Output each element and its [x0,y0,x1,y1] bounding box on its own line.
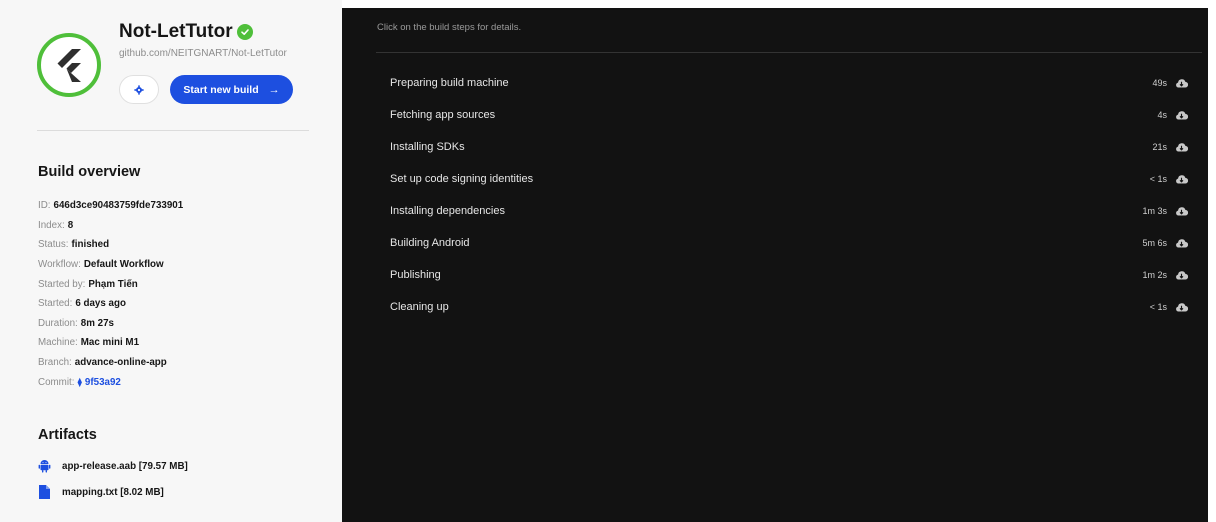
overview-row-commit: Commit: ⧫ 9f53a92 [38,372,328,392]
overview-value: 8 [67,219,74,231]
android-icon [38,459,51,473]
cloud-download-icon[interactable] [1175,142,1188,152]
divider [37,130,309,131]
panel-top-edge [342,0,1216,8]
build-step-name: Publishing [390,269,441,281]
cloud-download-icon[interactable] [1175,206,1188,216]
arrow-right-icon: → [268,83,280,96]
overview-value: advance-online-app [74,357,167,369]
flutter-logo-icon [57,49,81,82]
overview-row-duration: Duration: 8m 27s [38,314,328,334]
panel-right-edge [1208,0,1216,522]
build-step-duration: 4s [1157,110,1167,120]
build-step-duration: 5m 6s [1142,238,1167,248]
artifact-item[interactable]: app-release.aab [79.57 MB] [38,453,328,479]
overview-value: Default Workflow [83,259,164,271]
cloud-download-icon[interactable] [1175,174,1188,184]
overview-key: Commit: [38,376,75,388]
overview-key: Machine: [38,337,78,349]
artifact-label: app-release.aab [79.57 MB] [62,460,188,472]
build-step-name: Preparing build machine [390,77,509,89]
overview-row-machine: Machine: Mac mini M1 [38,333,328,353]
app-title: Not-LetTutor [119,21,253,43]
overview-key: Status: [38,239,69,251]
build-step[interactable]: Fetching app sources 4s [376,99,1202,131]
build-overview-title: Build overview [38,164,141,180]
build-step-name: Installing SDKs [390,141,465,153]
app-title-text: Not-LetTutor [119,21,233,42]
steps-hint: Click on the build steps for details. [377,22,522,33]
cloud-download-icon[interactable] [1175,78,1188,88]
overview-row-workflow: Workflow: Default Workflow [38,255,328,275]
overview-key: Branch: [38,357,72,369]
build-step-duration: 1m 2s [1142,270,1167,280]
overview-key: Started by: [38,278,86,290]
overview-key: Started: [38,298,73,310]
file-icon [38,485,51,499]
settings-button[interactable] [119,75,159,104]
commit-link[interactable]: 9f53a92 [85,377,121,388]
build-step-duration: < 1s [1149,174,1167,184]
build-overview-list: ID: 646d3ce90483759fde733901 Index: 8 St… [38,196,328,392]
overview-value: Phạm Tiến [88,278,138,290]
overview-row-id: ID: 646d3ce90483759fde733901 [38,196,328,216]
overview-key: ID: [38,200,51,212]
build-step-name: Set up code signing identities [390,173,534,185]
build-step[interactable]: Set up code signing identities < 1s [376,163,1202,195]
overview-value: 646d3ce90483759fde733901 [53,200,184,212]
overview-row-started: Started: 6 days ago [38,294,328,314]
check-circle-icon [236,24,253,40]
build-step[interactable]: Preparing build machine 49s [376,67,1202,99]
build-steps-list: Preparing build machine 49s Fetching app… [376,67,1202,323]
sidebar-panel: Not-LetTutor github.com/NEITGNART/Not-Le… [0,0,342,522]
overview-row-index: Index: 8 [38,216,328,236]
build-step[interactable]: Installing dependencies 1m 3s [376,195,1202,227]
overview-value: Mac mini M1 [80,337,140,349]
overview-value: finished [71,239,110,251]
gear-icon [134,84,144,95]
overview-row-status: Status: finished [38,235,328,255]
build-step-name: Building Android [390,237,470,249]
cloud-download-icon[interactable] [1175,238,1188,248]
build-step[interactable]: Publishing 1m 2s [376,259,1202,291]
cloud-download-icon[interactable] [1175,110,1188,120]
artifacts-title: Artifacts [38,427,97,443]
start-new-build-button[interactable]: Start new build → [170,75,293,104]
build-step[interactable]: Building Android 5m 6s [376,227,1202,259]
start-new-build-label: Start new build [183,83,259,96]
artifact-item[interactable]: mapping.txt [8.02 MB] [38,479,328,505]
overview-row-started-by: Started by: Phạm Tiến [38,274,328,294]
artifact-label: mapping.txt [8.02 MB] [62,486,164,498]
build-step[interactable]: Installing SDKs 21s [376,131,1202,163]
build-step-duration: 1m 3s [1142,206,1167,216]
overview-row-branch: Branch: advance-online-app [38,353,328,373]
overview-value: 6 days ago [75,298,126,310]
overview-key: Workflow: [38,259,81,271]
build-step-name: Installing dependencies [390,205,505,217]
overview-value: 8m 27s [80,317,114,329]
cloud-download-icon[interactable] [1175,302,1188,312]
app-logo [37,33,101,97]
build-step-name: Fetching app sources [390,109,496,121]
build-step-name: Cleaning up [390,301,449,313]
commit-icon: ⧫ [77,376,82,387]
overview-key: Duration: [38,317,78,329]
build-step-duration: 21s [1152,142,1167,152]
build-step-duration: < 1s [1149,302,1167,312]
build-step-duration: 49s [1152,78,1167,88]
repo-link[interactable]: github.com/NEITGNART/Not-LetTutor [119,48,287,59]
build-step[interactable]: Cleaning up < 1s [376,291,1202,323]
artifacts-list: app-release.aab [79.57 MB] mapping.txt [… [38,453,328,505]
divider [376,52,1202,53]
overview-key: Index: [38,219,65,231]
cloud-download-icon[interactable] [1175,270,1188,280]
